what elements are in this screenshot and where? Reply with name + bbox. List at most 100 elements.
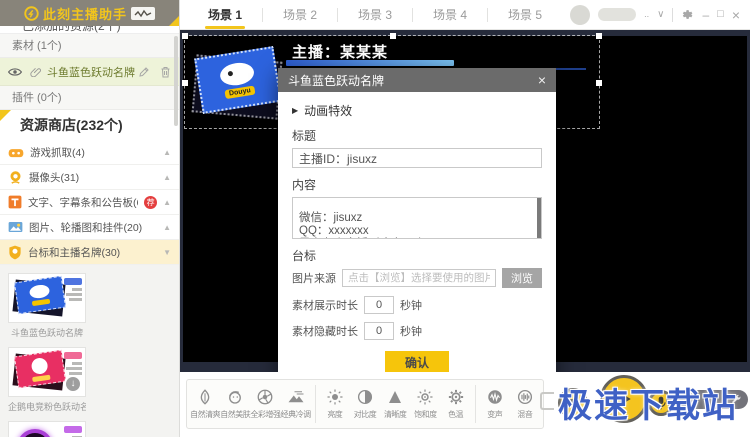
chevron-down-icon[interactable]: ∨: [657, 10, 664, 20]
edit-pencil-icon[interactable]: [138, 66, 150, 78]
adjust-saturation[interactable]: 饱和度: [410, 388, 440, 420]
resize-handle[interactable]: [596, 33, 602, 39]
image-source-row: 图片来源 浏览: [292, 268, 542, 288]
logo-section-label: 台标: [292, 247, 542, 264]
store-item-label: 斗鱼蓝色跃动名牌: [8, 326, 86, 339]
contrast-icon: [356, 388, 374, 406]
douyu-logo-tag: Douyu: [225, 86, 256, 100]
adjust-sharpness[interactable]: 清晰度: [380, 388, 410, 420]
store-item-thumbnail[interactable]: [8, 273, 86, 323]
aperture-icon: [256, 388, 274, 406]
equalizer-icon: [516, 388, 534, 406]
window-controls: .. ∨ – □ ×: [570, 5, 750, 25]
tab-scene-5[interactable]: 场景 5: [488, 0, 562, 29]
tab-scene-3[interactable]: 场景 3: [338, 0, 412, 29]
sidebar-scrollbar[interactable]: [174, 36, 178, 126]
settings-gear-icon[interactable]: [681, 8, 694, 21]
filter-natural-skin[interactable]: 自然美肤: [220, 388, 250, 420]
maximize-button[interactable]: □: [717, 9, 724, 20]
dialog-close-icon[interactable]: ×: [538, 73, 546, 87]
corner-fold-decoration: [0, 110, 11, 121]
audio-voice-changer[interactable]: 变声: [480, 388, 510, 420]
username-pill: [598, 8, 636, 21]
banner-underline-bar: [286, 60, 454, 66]
store-header-label: 资源商店(232个): [20, 117, 123, 133]
resize-handle[interactable]: [596, 80, 602, 86]
adjust-contrast[interactable]: 对比度: [350, 388, 380, 420]
app-window: 此刻主播助手 已添加的资源(2个) 素材 (1个) 斗鱼蓝色跃动名牌: [0, 0, 750, 437]
store-item-douyu-blue[interactable]: 斗鱼蓝色跃动名牌: [8, 273, 86, 339]
seconds-unit-label: 秒钟: [400, 297, 422, 313]
preview-canvas[interactable]: Douyu 主播：某某某 斗鱼蓝色跃动名牌 × ▶ 动画特效 标题 内容 微信：…: [180, 30, 750, 372]
nameplate-settings-dialog: 斗鱼蓝色跃动名牌 × ▶ 动画特效 标题 内容 微信：jisuxz QQ：xxx…: [278, 68, 556, 385]
browse-button[interactable]: 浏览: [502, 268, 542, 288]
filter-full-color[interactable]: 全彩增强: [250, 388, 280, 420]
hide-duration-row: 素材隐藏时长 秒钟: [292, 322, 542, 340]
animation-effects-toggle[interactable]: ▶ 动画特效: [292, 102, 542, 119]
store-item-penguin-pink[interactable]: ↓ 企鹅电竞粉色跃动名牌: [8, 347, 86, 413]
minimize-button[interactable]: –: [702, 9, 709, 21]
douyu-nameplate-widget[interactable]: Douyu: [188, 48, 292, 132]
corner-fold-decoration: [169, 16, 179, 26]
category-label: 摄像头(31): [29, 170, 157, 185]
user-avatar[interactable]: [570, 5, 590, 25]
download-icon[interactable]: ↓: [64, 375, 82, 393]
gear-sun-icon: [447, 388, 465, 406]
triangle-right-icon: ▶: [292, 106, 298, 115]
scene-tab-bar: 场景 1 场景 2 场景 3 场景 4 场景 5 .. ∨ – □ ×: [180, 0, 750, 30]
confirm-button[interactable]: 确认: [385, 351, 449, 373]
image-source-label: 图片来源: [292, 270, 336, 286]
resize-handle[interactable]: [390, 33, 396, 39]
category-images-widgets[interactable]: 图片、轮播图和挂件(20) ▲: [0, 215, 179, 240]
title-input[interactable]: [292, 148, 542, 168]
filter-classic-cool[interactable]: 经典冷调: [281, 388, 311, 420]
plugins-section-header: 插件 (0个): [0, 86, 179, 110]
audio-mixer[interactable]: 混音: [510, 388, 540, 420]
materials-section-header: 素材 (1个): [0, 34, 179, 58]
hide-duration-label: 素材隐藏时长: [292, 323, 358, 339]
dots-label: ..: [644, 10, 649, 19]
category-nameplates[interactable]: 台标和主播名牌(30) ▼: [0, 240, 179, 265]
delete-trash-icon[interactable]: [160, 66, 171, 78]
store-item-thumbnail[interactable]: ↓: [8, 347, 86, 397]
textarea-scrollbar[interactable]: [537, 198, 541, 238]
scene-tabs: 场景 1 场景 2 场景 3 场景 4 场景 5: [188, 0, 562, 29]
store-item-grid: 斗鱼蓝色跃动名牌 ↓ 企鹅电竞粉色跃动名牌: [0, 265, 179, 437]
category-camera[interactable]: 摄像头(31) ▲: [0, 165, 179, 190]
category-game-capture[interactable]: 游戏抓取(4) ▲: [0, 140, 179, 165]
dialog-titlebar[interactable]: 斗鱼蓝色跃动名牌 ×: [278, 68, 556, 92]
collapse-arrow-icon[interactable]: ▲: [163, 198, 171, 207]
collapse-arrow-icon[interactable]: ▲: [163, 173, 171, 182]
tab-scene-1[interactable]: 场景 1: [188, 0, 262, 29]
store-item-huya-purple[interactable]: ↓ 虎牙紫色荧光名牌: [8, 421, 86, 437]
tab-scene-2[interactable]: 场景 2: [263, 0, 337, 29]
filter-natural-fresh[interactable]: 自然清爽: [190, 388, 220, 420]
sidebar: 此刻主播助手 已添加的资源(2个) 素材 (1个) 斗鱼蓝色跃动名牌: [0, 0, 180, 437]
dialog-body: ▶ 动画特效 标题 内容 微信：jisuxz QQ：xxxxxxx 早上九点直播…: [278, 92, 556, 385]
material-item-label: 斗鱼蓝色跃动名牌: [47, 64, 138, 80]
streamer-banner-text: 主播：某某某: [292, 41, 388, 62]
material-list-item[interactable]: 斗鱼蓝色跃动名牌: [0, 58, 179, 86]
expand-arrow-icon[interactable]: ▼: [163, 248, 171, 257]
resize-handle[interactable]: [182, 33, 188, 39]
show-duration-input[interactable]: [364, 296, 394, 314]
triangle-icon: [386, 388, 404, 406]
category-label: 图片、轮播图和挂件(20): [29, 220, 157, 235]
content-textarea[interactable]: 微信：jisuxz QQ：xxxxxxx 早上九点直播到晚上八点: [292, 197, 542, 239]
store-item-thumbnail[interactable]: ↓: [8, 421, 86, 437]
hide-duration-input[interactable]: [364, 322, 394, 340]
game-controller-icon: [8, 146, 24, 159]
tab-scene-4[interactable]: 场景 4: [413, 0, 487, 29]
category-text-banners[interactable]: 文字、字幕条和公告板(63) 荐 ▲: [0, 190, 179, 215]
landscape-icon: [287, 388, 305, 406]
recommended-badge: 荐: [144, 196, 157, 209]
collapse-arrow-icon[interactable]: ▲: [163, 223, 171, 232]
close-button[interactable]: ×: [732, 8, 740, 22]
visibility-eye-icon[interactable]: [8, 67, 22, 77]
link-icon: [30, 66, 41, 77]
image-source-input[interactable]: [342, 269, 496, 287]
adjust-color-temp[interactable]: 色温: [440, 388, 470, 420]
waveform-icon: [131, 7, 155, 20]
collapse-arrow-icon[interactable]: ▲: [163, 148, 171, 157]
adjust-brightness[interactable]: 亮度: [320, 388, 350, 420]
